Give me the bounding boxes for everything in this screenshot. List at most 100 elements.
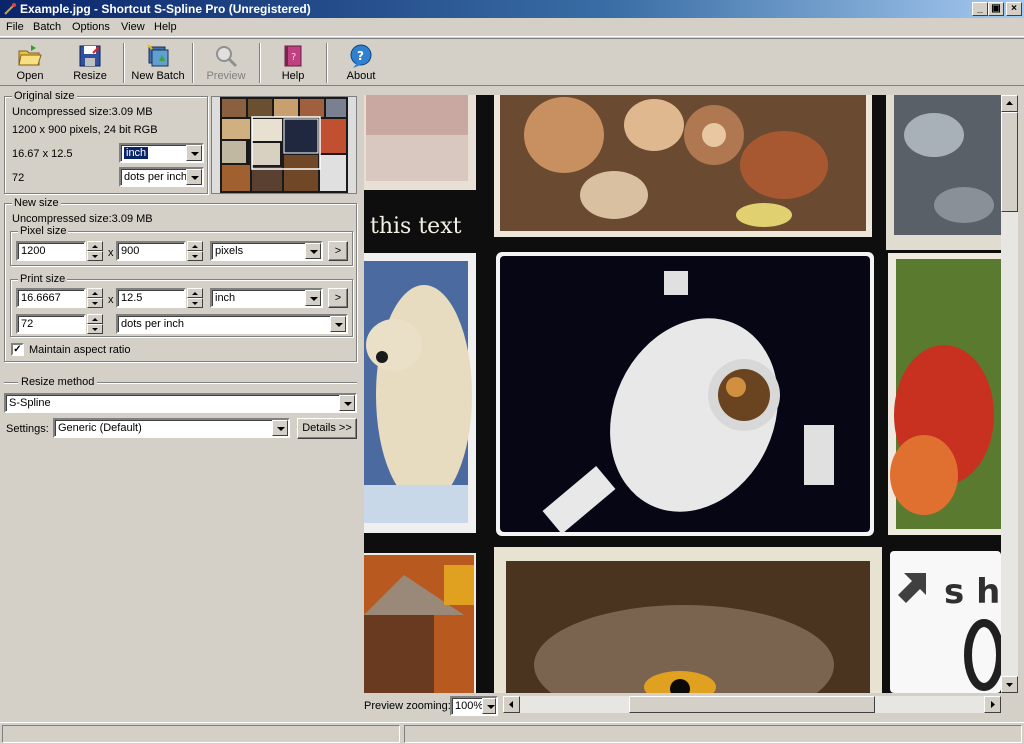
settings-select[interactable]: Generic (Default)	[53, 418, 290, 438]
magnifier-icon	[216, 46, 238, 68]
resize-method-select[interactable]: S-Spline	[4, 393, 357, 413]
print-width-spinner[interactable]	[87, 288, 103, 308]
scroll-down-button[interactable]	[1001, 676, 1018, 693]
preview-zoom-value: 100%	[455, 700, 484, 712]
print-height-input[interactable]: 12.5	[116, 288, 186, 308]
scroll-left-button[interactable]	[503, 696, 520, 713]
chevron-down-icon[interactable]	[186, 145, 202, 161]
thumbnail-navigator[interactable]	[211, 96, 357, 194]
resize-method-value: S-Spline	[9, 397, 51, 409]
scroll-thumb[interactable]	[1001, 112, 1018, 212]
menu-batch[interactable]: Batch	[33, 21, 61, 33]
preview-logo-text: s h	[944, 572, 1000, 612]
chevron-down-icon[interactable]	[339, 395, 355, 411]
close-button[interactable]: ×	[1006, 2, 1022, 16]
times-label: x	[108, 294, 114, 306]
horizontal-scroll-thumb[interactable]	[629, 696, 875, 713]
resize-button[interactable]: Resize	[61, 41, 119, 85]
original-res-unit-select[interactable]: dots per inch	[119, 167, 204, 187]
help-label: Help	[281, 70, 305, 82]
chevron-right-icon	[991, 701, 995, 708]
original-unit-select[interactable]: inch	[119, 143, 204, 163]
print-res-unit-select[interactable]: dots per inch	[116, 314, 348, 334]
pixel-unit-select[interactable]: pixels	[210, 241, 323, 261]
scroll-up-button[interactable]	[1001, 95, 1018, 112]
chevron-down-icon[interactable]	[330, 316, 346, 332]
open-label: Open	[16, 70, 44, 82]
print-unit-select[interactable]: inch	[210, 288, 323, 308]
maximize-button[interactable]: ▣	[988, 2, 1004, 16]
pixel-height-spinner[interactable]	[187, 241, 203, 261]
new-batch-button[interactable]: New Batch	[128, 41, 188, 85]
original-dimensions: 16.67 x 12.5	[12, 148, 73, 160]
status-panel-left	[2, 725, 400, 743]
chevron-down-icon[interactable]	[186, 169, 202, 185]
toolbar-separator	[123, 43, 125, 83]
app-icon	[4, 3, 16, 15]
resize-label: Resize	[73, 70, 107, 82]
resize-method-title: Resize method	[18, 376, 98, 388]
chevron-down-icon[interactable]	[272, 420, 288, 436]
original-size-title: Original size	[12, 90, 77, 102]
chevron-down-icon[interactable]	[482, 698, 496, 714]
chevron-down-icon[interactable]	[305, 290, 321, 306]
preview-image: this text s h	[364, 95, 1001, 693]
details-button[interactable]: Details >>	[297, 418, 357, 439]
toolbar-separator	[192, 43, 194, 83]
chevron-down-icon[interactable]	[305, 243, 321, 259]
pixel-width-input[interactable]: 1200	[16, 241, 86, 261]
new-uncompressed: Uncompressed size:3.09 MB	[12, 213, 153, 225]
horizontal-scrollbar[interactable]	[503, 696, 1001, 713]
pixel-apply-button[interactable]: >	[328, 241, 348, 261]
print-apply-button[interactable]: >	[328, 288, 348, 308]
chevron-left-icon	[509, 701, 513, 708]
maintain-aspect-label[interactable]: Maintain aspect ratio	[29, 344, 131, 356]
new-batch-label: New Batch	[131, 70, 185, 82]
title-bar: Example.jpg - Shortcut S-Spline Pro (Unr…	[0, 0, 1024, 18]
settings-label: Settings:	[6, 423, 49, 435]
thumbnail-image	[212, 97, 356, 193]
print-width-input[interactable]: 16.6667	[16, 288, 86, 308]
chevron-up-icon	[1006, 101, 1013, 105]
original-res-unit-value: dots per inch	[124, 171, 187, 183]
print-size-title: Print size	[18, 273, 68, 285]
preview-canvas[interactable]: this text s h	[364, 95, 1001, 693]
print-resolution-spinner[interactable]	[87, 314, 103, 334]
settings-panel: Original size Uncompressed size:3.09 MB …	[0, 88, 362, 718]
preview-zoom-select[interactable]: 100%	[450, 696, 498, 716]
svg-text:?: ?	[291, 52, 296, 63]
help-book-icon: ?	[284, 45, 302, 67]
preview-zoom-label: Preview zooming:	[364, 700, 451, 712]
original-unit-value: inch	[124, 147, 149, 159]
pixel-size-title: Pixel size	[18, 225, 69, 237]
new-batch-icon	[147, 44, 169, 67]
preview-label: Preview	[206, 70, 246, 82]
help-button[interactable]: ? Help	[264, 41, 322, 85]
toolbar-separator	[326, 43, 328, 83]
print-res-unit-value: dots per inch	[121, 318, 184, 330]
maintain-aspect-checkbox[interactable]: ✓	[11, 343, 24, 356]
print-height-spinner[interactable]	[187, 288, 203, 308]
menu-help[interactable]: Help	[154, 21, 177, 33]
scroll-right-button[interactable]	[984, 696, 1001, 713]
toolbar-separator	[259, 43, 261, 83]
open-button[interactable]: Open	[1, 41, 59, 85]
print-resolution-input[interactable]: 72	[16, 314, 86, 334]
menu-file[interactable]: File	[6, 21, 24, 33]
preview-overlay-text: this text	[370, 214, 462, 239]
window-title: Example.jpg - Shortcut S-Spline Pro (Unr…	[20, 2, 311, 16]
vertical-scrollbar[interactable]	[1001, 95, 1018, 693]
toolbar: Open Resize New Batch Preview ? Help ? A…	[0, 38, 1024, 86]
menu-view[interactable]: View	[121, 21, 145, 33]
print-unit-value: inch	[215, 292, 236, 304]
pixel-height-input[interactable]: 900	[116, 241, 186, 261]
menu-bar: File Batch Options View Help	[0, 18, 1024, 37]
preview-button[interactable]: Preview	[197, 41, 255, 85]
pixel-unit-value: pixels	[215, 245, 244, 257]
original-resolution: 72	[12, 172, 25, 184]
menu-options[interactable]: Options	[72, 21, 110, 33]
about-button[interactable]: ? About	[332, 41, 390, 85]
pixel-width-spinner[interactable]	[87, 241, 103, 261]
minimize-button[interactable]: _	[972, 2, 988, 16]
about-info-icon: ?	[350, 44, 372, 68]
